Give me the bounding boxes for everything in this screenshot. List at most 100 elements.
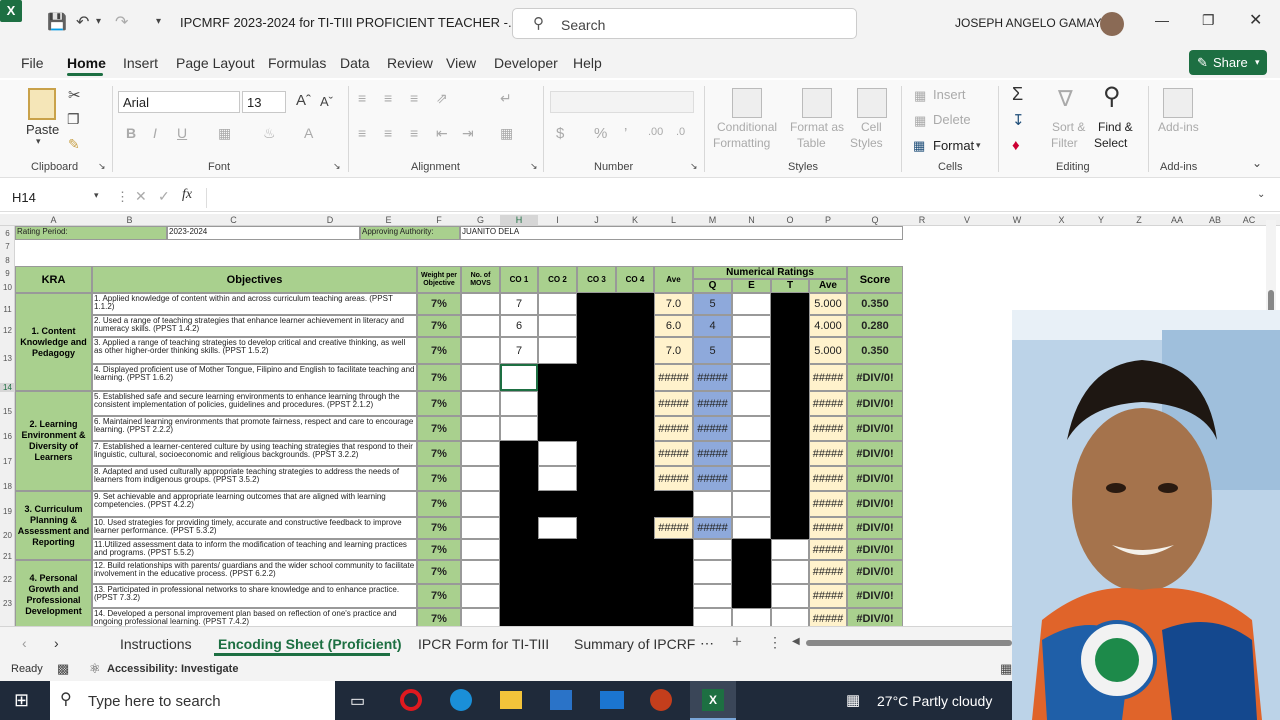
comma-style-icon[interactable]: ’ [624,125,627,142]
tab-instructions[interactable]: Instructions [120,636,192,652]
movs-cell[interactable] [461,560,500,584]
font-size-select[interactable]: 13 [242,91,286,113]
co1-cell[interactable]: 7 [500,337,538,364]
column-header[interactable]: B [92,215,167,225]
e-cell[interactable] [732,608,771,626]
macro-recording-icon[interactable]: ▩ [57,661,69,677]
ave-cell[interactable]: 6.0 [654,315,693,337]
tab-formulas[interactable]: Formulas [268,55,326,71]
row-header[interactable]: 18 [0,482,15,491]
column-header[interactable]: I [538,215,577,225]
q-cell[interactable] [693,539,732,560]
score-cell[interactable]: 0.350 [847,337,903,364]
e-cell[interactable] [732,391,771,416]
currency-icon[interactable]: $ [556,125,564,142]
movs-cell[interactable] [461,315,500,337]
column-header[interactable]: Q [847,215,903,225]
row-header[interactable]: 16 [0,432,15,441]
column-header[interactable]: R [903,215,941,225]
number-launcher-icon[interactable]: ↘ [690,161,698,172]
column-header[interactable]: AC [1234,215,1264,225]
borders-icon[interactable]: ▦ [218,125,231,142]
q-cell[interactable]: ##### [693,441,732,466]
ave-cell[interactable]: ##### [654,517,693,539]
co2-cell[interactable] [538,441,577,466]
co1-cell[interactable] [500,416,538,441]
score-cell[interactable]: #DIV/0! [847,608,903,626]
wrap-text-icon[interactable]: ↵ [500,90,512,107]
weight-cell[interactable]: 7% [417,584,461,608]
format-cells-button[interactable]: Format [933,138,974,153]
e-cell[interactable] [732,466,771,491]
file-explorer-icon[interactable] [500,691,522,709]
number-format-select[interactable] [550,91,694,113]
column-header[interactable]: G [461,215,500,225]
delete-cells-button[interactable]: Delete [933,112,971,127]
undo-dropdown-icon[interactable]: ▾ [96,16,101,27]
objectives-header[interactable]: Objectives [92,266,417,293]
objective-text[interactable]: 8. Adapted and used culturally appropria… [92,466,417,491]
ave2-cell[interactable]: ##### [809,560,847,584]
ave2-cell[interactable]: 4.000 [809,315,847,337]
weight-cell[interactable]: 7% [417,391,461,416]
format-icon[interactable]: ▦ [913,138,925,154]
objective-text[interactable]: 3. Applied a range of teaching strategie… [92,337,417,364]
e-cell[interactable] [732,337,771,364]
decrease-font-icon[interactable]: Aˇ [320,94,333,109]
row-header[interactable]: 20 [0,531,15,540]
objective-text[interactable]: 10. Used strategies for providing timely… [92,517,417,539]
t-cell[interactable] [771,584,809,608]
avatar[interactable] [1100,12,1124,36]
weight-cell[interactable]: 7% [417,608,461,626]
kra-4[interactable]: 4. Personal Growth and Professional Deve… [15,560,92,626]
conditional-formatting-label-2[interactable]: Formatting [713,136,770,150]
ave2-cell[interactable]: ##### [809,517,847,539]
cell-styles-icon[interactable] [857,88,887,118]
cut-icon[interactable]: ✂ [68,86,81,104]
store-icon[interactable] [550,690,572,710]
task-view-icon[interactable]: ▭ [350,691,365,711]
tab-help[interactable]: Help [573,55,602,71]
q-cell[interactable] [693,584,732,608]
tab-summary[interactable]: Summary of IPCRF [574,636,695,652]
objective-text[interactable]: 1. Applied knowledge of content within a… [92,293,417,315]
q-cell[interactable]: 5 [693,337,732,364]
autosum-icon[interactable]: Σ [1012,84,1023,105]
align-left-icon[interactable]: ≡ [358,125,366,141]
excel-taskbar-button[interactable]: X [690,681,736,720]
tab-file[interactable]: File [21,55,44,71]
column-header[interactable]: C [167,215,300,225]
find-select-label-2[interactable]: Select [1094,136,1127,150]
row-header[interactable]: 12 [0,326,15,335]
align-right-icon[interactable]: ≡ [410,125,418,141]
q-cell[interactable]: 5 [693,293,732,315]
score-header[interactable]: Score [847,266,903,293]
score-cell[interactable]: #DIV/0! [847,391,903,416]
format-dropdown-icon[interactable]: ▾ [976,140,981,151]
clipboard-launcher-icon[interactable]: ↘ [98,161,106,172]
kra-header[interactable]: KRA [15,266,92,293]
column-header[interactable]: L [654,215,693,225]
q-cell[interactable]: ##### [693,466,732,491]
movs-cell[interactable] [461,416,500,441]
alignment-launcher-icon[interactable]: ↘ [530,161,538,172]
weight-cell[interactable]: 7% [417,517,461,539]
objective-text[interactable]: 7. Established a learner-centered cultur… [92,441,417,466]
co2-cell[interactable] [538,337,577,364]
undo-icon[interactable]: ↶ [76,12,89,32]
ave-cell[interactable]: 7.0 [654,293,693,315]
q-cell[interactable]: ##### [693,517,732,539]
ave2-cell[interactable]: ##### [809,539,847,560]
paste-icon[interactable] [28,88,56,120]
score-cell[interactable]: #DIV/0! [847,517,903,539]
movs-cell[interactable] [461,491,500,517]
sheet-options-icon[interactable]: ⋮ [768,634,782,651]
score-cell[interactable]: #DIV/0! [847,466,903,491]
row-header[interactable]: 15 [0,407,15,416]
weight-cell[interactable]: 7% [417,293,461,315]
row-header[interactable]: 10 [0,283,15,292]
merge-center-icon[interactable]: ▦ [500,125,513,142]
rating-period-value[interactable]: 2023-2024 [167,226,360,240]
co1-cell[interactable] [500,391,538,416]
align-top-icon[interactable]: ≡ [358,90,366,106]
